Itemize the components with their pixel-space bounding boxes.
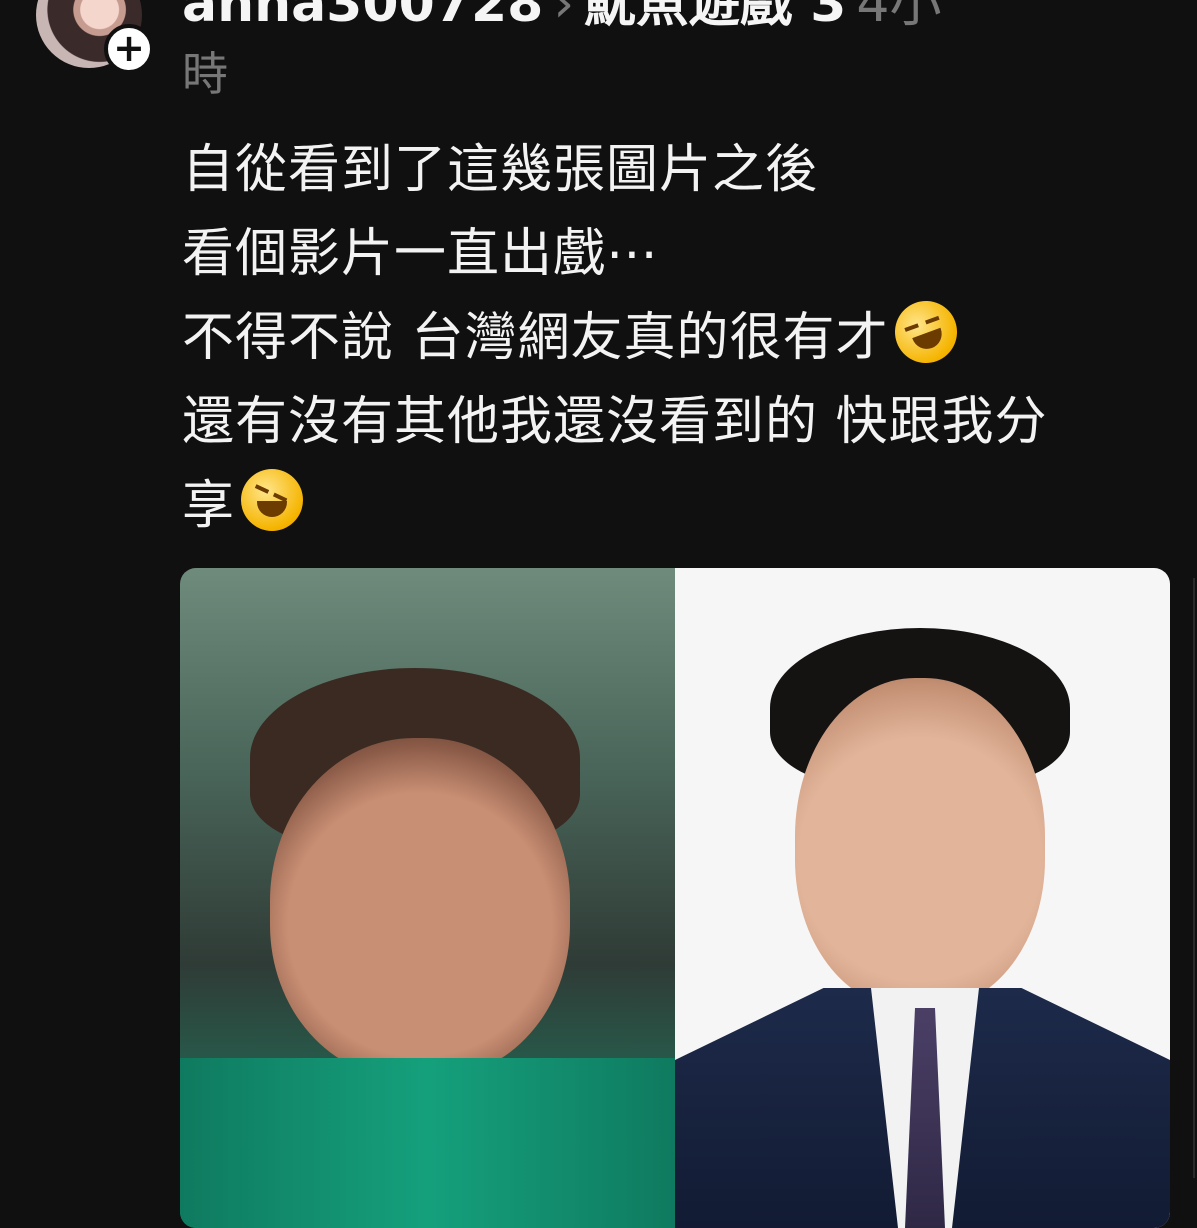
photo-right[interactable] (675, 568, 1170, 1228)
post-line-1: 自從看到了這幾張圖片之後 (182, 140, 819, 200)
post-topic[interactable]: 魷魚遊戲 3 (584, 0, 846, 34)
post-line-2: 看個影片一直出戲⋯ (182, 224, 660, 284)
grinning-squinting-face-icon (241, 469, 304, 531)
follow-plus-button[interactable]: + (104, 24, 154, 74)
chevron-right-icon: › (553, 0, 575, 34)
post-line-4: 還有沒有其他我還沒看到的 快跟我分 (182, 392, 1048, 452)
post-line-5-text: 享 (182, 476, 236, 536)
next-media-edge (1193, 578, 1195, 1178)
photo-left-face (270, 738, 570, 1078)
post-time-prefix: 4小 (856, 0, 942, 34)
photo-right-face (795, 678, 1045, 1008)
post-line-3-text: 不得不說 台灣網友真的很有才 (182, 308, 889, 368)
post-line-5: 享 (182, 464, 1177, 548)
post-time-wrap: 時 (182, 47, 228, 101)
plus-icon: + (113, 26, 145, 70)
author-username[interactable]: anna300728 (182, 0, 543, 34)
post-line-3: 不得不說 台灣網友真的很有才 (182, 292, 1177, 380)
photo-left-jacket (180, 1058, 675, 1228)
post-body: 自從看到了這幾張圖片之後 看個影片一直出戲⋯ 不得不說 台灣網友真的很有才 還有… (182, 128, 1177, 548)
photo-left[interactable] (180, 568, 675, 1228)
rolling-on-the-floor-laughing-icon (885, 292, 966, 372)
post-media[interactable] (180, 568, 1170, 1228)
post-meta-line: anna300728 › 魷魚遊戲 3 4小 (182, 0, 942, 34)
